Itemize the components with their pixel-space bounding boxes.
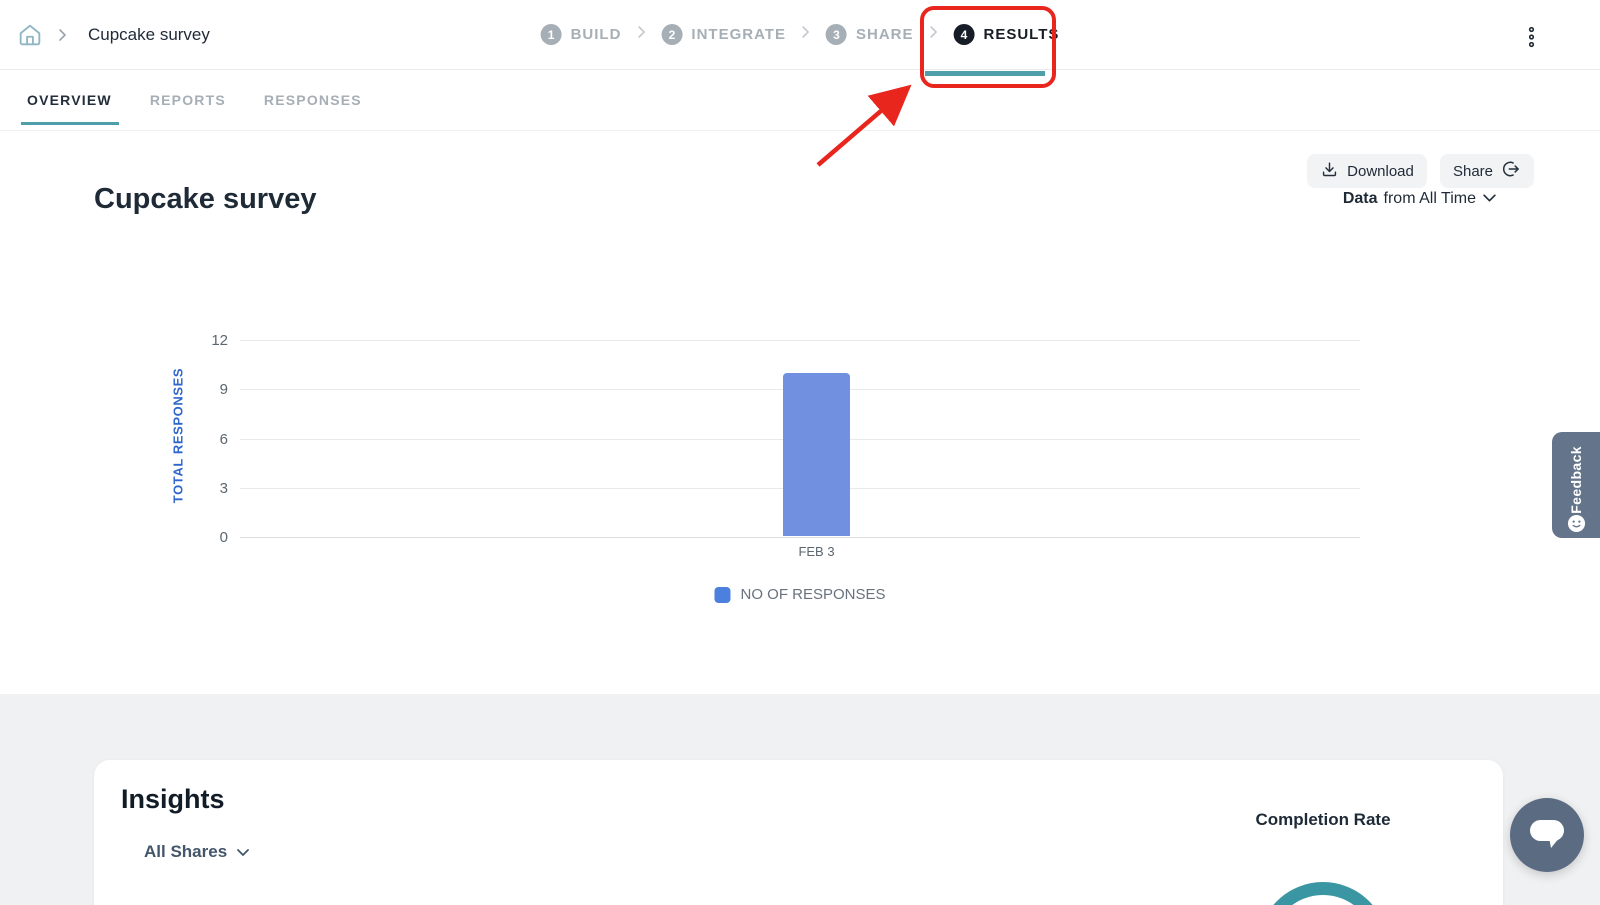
data-filter-prefix: Data: [1343, 190, 1378, 208]
insights-title: Insights: [121, 784, 225, 815]
gridline: [240, 340, 1360, 341]
feedback-label: Feedback: [1568, 446, 1584, 514]
active-tab-underline: [21, 122, 119, 125]
completion-rate-donut: [1258, 882, 1388, 905]
step-separator-chevron-icon: [929, 24, 939, 45]
share-label: Share: [1453, 163, 1493, 180]
y-tick-label: 12: [188, 332, 228, 349]
share-button[interactable]: Share: [1440, 154, 1534, 188]
legend-label: NO OF RESPONSES: [740, 586, 885, 603]
app-window: Cupcake survey 1 BUILD 2 INTEGRATE 3 SHA…: [0, 0, 1600, 905]
page-title: Cupcake survey: [94, 183, 316, 216]
y-axis-title: TOTAL RESPONSES: [171, 356, 186, 516]
share-export-icon: [1501, 159, 1521, 183]
kebab-menu-icon: [1527, 35, 1536, 52]
legend-swatch: [714, 587, 730, 603]
responses-bar-chart: 12 9 6 3 0 TOTAL RESPONSES FEB 3 NO OF R…: [240, 340, 1360, 537]
y-tick-label: 9: [188, 381, 228, 398]
bar[interactable]: [783, 373, 850, 536]
download-icon: [1320, 160, 1339, 183]
chat-widget-button[interactable]: [1510, 798, 1584, 872]
step-number-badge: 3: [826, 24, 847, 45]
x-tick-label: FEB 3: [783, 544, 850, 559]
insights-section: Insights All Shares Completion Rate: [0, 694, 1600, 905]
download-button[interactable]: Download: [1307, 154, 1427, 188]
chevron-down-icon: [236, 842, 250, 862]
tab-responses[interactable]: RESPONSES: [264, 92, 362, 108]
data-filter-value: from All Time: [1384, 190, 1476, 208]
wizard-stepper: 1 BUILD 2 INTEGRATE 3 SHARE 4 RES: [541, 0, 1060, 69]
active-step-underline: [925, 71, 1045, 76]
more-options-button[interactable]: [1527, 26, 1536, 53]
step-label: RESULTS: [984, 26, 1060, 43]
completion-rate-label: Completion Rate: [1173, 810, 1473, 830]
step-build[interactable]: 1 BUILD: [541, 24, 622, 45]
step-results[interactable]: 4 RESULTS: [954, 24, 1060, 45]
download-label: Download: [1347, 163, 1414, 180]
y-tick-label: 6: [188, 431, 228, 448]
chat-bubble-icon: [1527, 815, 1567, 856]
step-number-badge: 1: [541, 24, 562, 45]
step-integrate[interactable]: 2 INTEGRATE: [661, 24, 786, 45]
step-number-badge: 2: [661, 24, 682, 45]
step-label: SHARE: [856, 26, 914, 43]
breadcrumb-chevron-icon: [57, 27, 68, 48]
tab-label: RESPONSES: [264, 92, 362, 108]
y-tick-label: 0: [188, 529, 228, 546]
tab-label: REPORTS: [150, 92, 226, 108]
smiley-face-icon: [1567, 514, 1586, 538]
home-button[interactable]: [16, 21, 44, 49]
tab-reports[interactable]: REPORTS: [150, 92, 226, 108]
insights-card: Insights All Shares Completion Rate: [94, 760, 1503, 905]
all-shares-dropdown[interactable]: All Shares: [144, 842, 250, 862]
chart-legend: NO OF RESPONSES: [714, 586, 885, 603]
chevron-down-icon: [1482, 190, 1497, 208]
data-range-dropdown[interactable]: Data from All Time: [1343, 190, 1497, 208]
step-share[interactable]: 3 SHARE: [826, 24, 914, 45]
home-icon: [16, 36, 44, 53]
feedback-tab[interactable]: Feedback: [1552, 432, 1600, 538]
tab-label: OVERVIEW: [27, 92, 112, 108]
tab-overview[interactable]: OVERVIEW: [27, 92, 112, 108]
step-separator-chevron-icon: [801, 24, 811, 45]
y-tick-label: 3: [188, 480, 228, 497]
step-label: INTEGRATE: [691, 26, 786, 43]
breadcrumb-survey-name[interactable]: Cupcake survey: [88, 0, 210, 69]
step-number-badge: 4: [954, 24, 975, 45]
x-axis-line: [240, 537, 1360, 538]
top-header: Cupcake survey 1 BUILD 2 INTEGRATE 3 SHA…: [0, 0, 1600, 70]
tab-bar: OVERVIEW REPORTS RESPONSES Download Shar…: [0, 69, 1600, 131]
step-separator-chevron-icon: [636, 24, 646, 45]
all-shares-label: All Shares: [144, 842, 227, 862]
step-label: BUILD: [571, 26, 622, 43]
